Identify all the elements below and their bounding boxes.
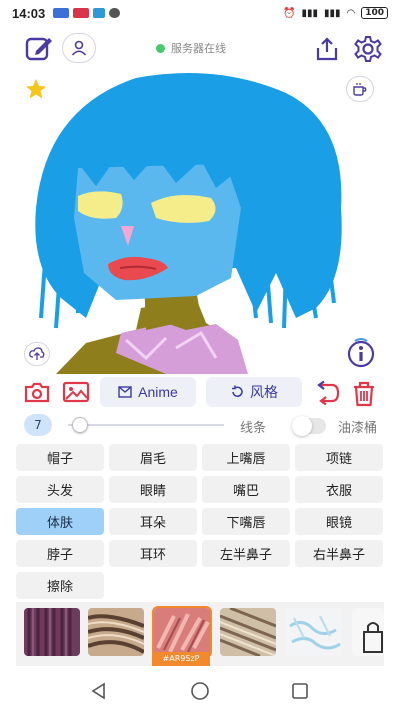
texture-thumbnail[interactable] (286, 608, 342, 656)
texture-thumbnail[interactable] (88, 608, 144, 656)
part-button[interactable]: 右半鼻子 (295, 540, 383, 567)
alarm-icon: ⏰ (282, 7, 296, 19)
part-button[interactable]: 眼镜 (295, 508, 383, 535)
edit-icon[interactable] (22, 32, 56, 64)
part-button[interactable]: 擦除 (16, 572, 104, 599)
texture-thumbnail-selected[interactable] (152, 606, 212, 658)
anime-button-label: Anime (138, 384, 178, 400)
texture-thumbnail[interactable] (352, 608, 384, 656)
brush-size-slider-track[interactable] (68, 424, 224, 426)
anime-button[interactable]: Anime (100, 377, 196, 407)
drawing-canvas[interactable] (16, 68, 384, 374)
paint-bucket-label: 油漆桶 (338, 421, 378, 436)
user-icon[interactable] (62, 33, 96, 63)
part-button[interactable]: 嘴巴 (202, 476, 290, 503)
navigation-bar (0, 670, 400, 711)
star-icon[interactable] (24, 78, 48, 100)
part-button[interactable]: 眉毛 (109, 444, 197, 471)
selected-texture-tag: #AR9SzP (152, 652, 210, 666)
part-button[interactable]: 眼睛 (109, 476, 197, 503)
gallery-icon[interactable] (62, 381, 90, 407)
signal-icon: ▮▮▮ (323, 7, 341, 19)
home-icon (191, 682, 209, 700)
undo-icon[interactable] (314, 380, 340, 409)
share-icon[interactable] (312, 34, 342, 64)
delete-icon[interactable] (352, 381, 376, 411)
status-bar: 14:03 ⏰ ▮▮▮ ▮▮▮ ◠ 100 (0, 0, 400, 26)
online-status-dot (156, 43, 165, 53)
upload-icon[interactable] (24, 342, 50, 366)
status-time: 14:03 (12, 5, 46, 21)
paint-bucket-toggle[interactable] (292, 416, 326, 436)
part-button[interactable]: 左半鼻子 (202, 540, 290, 567)
brush-size-slider-thumb[interactable] (71, 417, 88, 433)
style-button-label: 风格 (250, 384, 278, 400)
mail-icon (118, 386, 132, 398)
texture-thumbnail[interactable] (24, 608, 80, 656)
part-button[interactable]: 脖子 (16, 540, 104, 567)
server-status: 服务器在线 (156, 40, 226, 56)
notification-app-icon (93, 8, 106, 18)
camera-icon[interactable] (24, 381, 50, 407)
notification-icons (53, 8, 121, 18)
notification-app-icon (109, 8, 121, 18)
stroke-mode-label: 线条 (240, 421, 267, 436)
part-button[interactable]: 衣服 (295, 476, 383, 503)
part-selector-grid: 帽子 眉毛 上嘴唇 项链头发 眼睛 嘴巴 衣服体肤 耳朵 下嘴唇 眼镜脖子 耳环 左半鼻子 右半鼻子擦除 (16, 444, 384, 599)
part-button[interactable]: 帽子 (16, 444, 104, 471)
settings-icon[interactable] (352, 33, 384, 65)
battery-icon: 100 (361, 7, 388, 19)
part-button[interactable]: 耳朵 (109, 508, 197, 535)
coffee-icon[interactable] (346, 76, 374, 102)
brush-size-value: 7 (24, 414, 52, 436)
back-icon (91, 682, 105, 700)
notification-app-icon (53, 8, 70, 18)
signal-icon: ▮▮▮ (301, 7, 318, 19)
part-button[interactable]: 项链 (295, 444, 383, 471)
part-button[interactable]: 上嘴唇 (202, 444, 290, 471)
notification-app-icon (73, 8, 90, 18)
part-button[interactable]: 头发 (16, 476, 104, 503)
system-icons: ⏰ ▮▮▮ ▮▮▮ ◠ 100 (283, 7, 388, 19)
recents-icon (292, 683, 308, 699)
part-button[interactable]: 下嘴唇 (202, 508, 290, 535)
style-button[interactable]: 风格 (206, 377, 302, 407)
part-button[interactable]: 体肤 (16, 508, 104, 535)
part-button[interactable]: 耳环 (109, 540, 197, 567)
info-icon[interactable] (344, 336, 378, 368)
wifi-icon: ◠ (346, 7, 356, 19)
server-status-label: 服务器在线 (171, 42, 226, 55)
rotate-icon (232, 385, 243, 397)
texture-thumbnail[interactable] (220, 608, 276, 656)
